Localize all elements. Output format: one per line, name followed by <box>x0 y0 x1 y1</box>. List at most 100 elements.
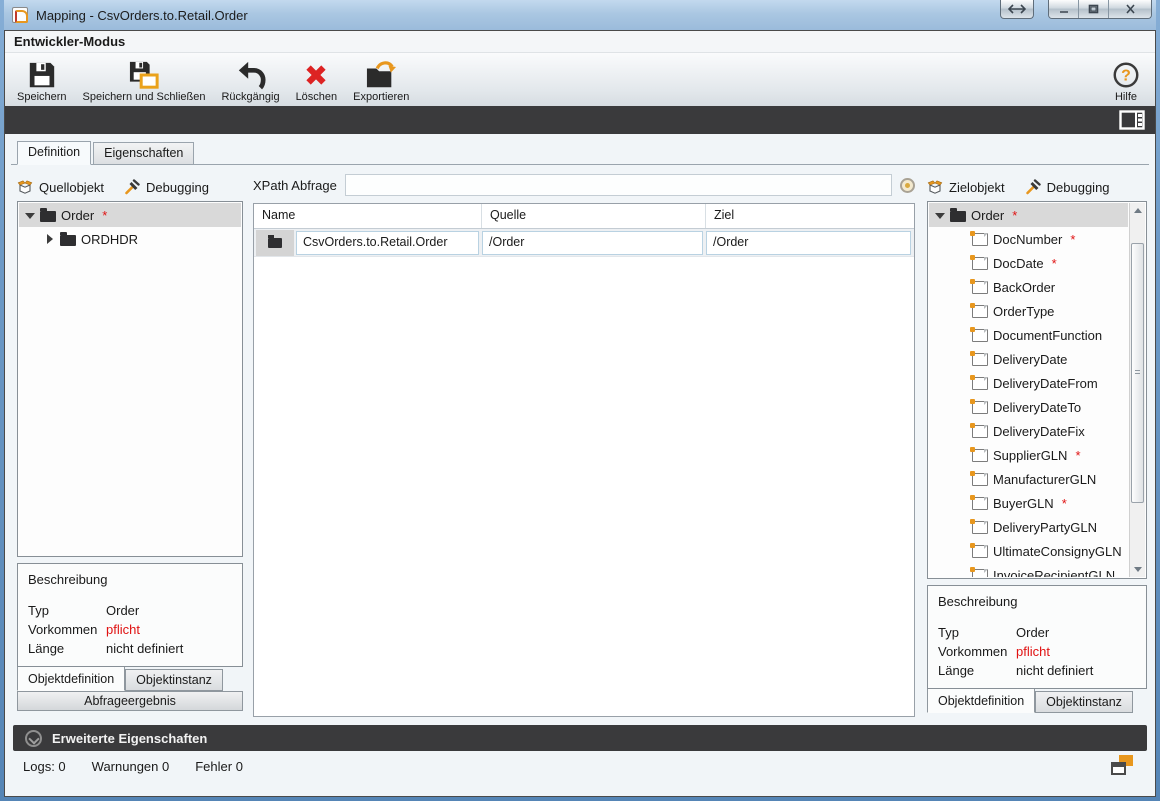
panel-layout-icon[interactable] <box>1119 110 1145 130</box>
xpath-input[interactable] <box>344 174 892 196</box>
mapping-panel: XPath Abfrage Name Quelle Ziel CsvOrders… <box>253 173 915 717</box>
scrollbar-thumb[interactable] <box>1131 243 1144 503</box>
tree-item[interactable]: BackOrder <box>929 275 1128 299</box>
tree-item[interactable]: DeliveryPartyGLN <box>929 515 1128 539</box>
panel-tab[interactable]: Objektinstanz <box>1035 691 1133 713</box>
mapping-source-cell[interactable]: /Order <box>482 230 703 255</box>
node-type-icon <box>970 374 988 390</box>
tree-item-label: Order <box>971 207 1005 223</box>
tree-item[interactable]: InvoiceRecipientGLN <box>929 563 1128 577</box>
scroll-up-icon[interactable] <box>1130 203 1145 218</box>
description-row: Typ Order <box>938 625 1136 644</box>
tree-item[interactable]: DocDate * <box>929 251 1128 275</box>
maximize-button[interactable] <box>1079 0 1109 18</box>
mapping-name-cell[interactable]: CsvOrders.to.Retail.Order <box>296 230 479 255</box>
target-description-box: Beschreibung Typ Order Vorkommen pflicht… <box>927 585 1147 689</box>
panel-tab[interactable]: Objektdefinition <box>927 689 1036 713</box>
expander-label: Erweiterte Eigenschaften <box>52 730 208 746</box>
expand-arrow-icon[interactable] <box>955 498 965 508</box>
column-header-target[interactable]: Ziel <box>706 204 914 228</box>
save-button[interactable]: Speichern <box>9 55 75 106</box>
expand-arrow-icon[interactable] <box>955 426 965 436</box>
tree-item[interactable]: BuyerGLN * <box>929 491 1128 515</box>
tree-item[interactable]: DeliveryDateTo <box>929 395 1128 419</box>
expand-arrow-icon[interactable] <box>955 570 965 577</box>
dock-toggle-button[interactable] <box>1000 0 1034 19</box>
target-debugging-link[interactable]: Debugging <box>1047 180 1110 195</box>
folder-icon <box>268 234 282 248</box>
tree-item[interactable]: ORDHDR <box>19 227 241 251</box>
tree-item[interactable]: OrderType <box>929 299 1128 323</box>
undo-label: Rückgängig <box>221 91 280 103</box>
tree-item[interactable]: UltimateConsignyGLN <box>929 539 1128 563</box>
column-header-name[interactable]: Name <box>254 204 482 228</box>
target-tree-scrollbar[interactable] <box>1129 203 1145 577</box>
maximize-icon <box>1088 4 1099 14</box>
minimize-button[interactable] <box>1049 0 1079 18</box>
page-tab[interactable]: Eigenschaften <box>93 142 195 164</box>
undo-button[interactable]: Rückgängig <box>213 55 287 106</box>
page-tab[interactable]: Definition <box>17 141 92 165</box>
tree-item-label: DeliveryDateFrom <box>993 375 1098 391</box>
expand-arrow-icon[interactable] <box>955 234 965 244</box>
source-debugging-link[interactable]: Debugging <box>146 180 209 195</box>
tree-item[interactable]: DocumentFunction <box>929 323 1128 347</box>
node-type-icon <box>970 302 988 318</box>
expand-arrow-icon[interactable] <box>955 330 965 340</box>
tree-item[interactable]: DeliveryDateFix <box>929 419 1128 443</box>
node-type-icon <box>970 350 988 366</box>
double-arrow-icon <box>1008 4 1026 14</box>
svg-text:?: ? <box>1121 67 1131 84</box>
expand-arrow-icon[interactable] <box>955 378 965 388</box>
target-tree-rows: Order * DocNumber * DocDate * BackOrder … <box>929 203 1128 577</box>
expand-arrow-icon[interactable] <box>25 210 35 220</box>
expand-arrow-icon[interactable] <box>955 522 965 532</box>
xpath-run-icon[interactable] <box>900 177 915 193</box>
tree-item[interactable]: ManufacturerGLN <box>929 467 1128 491</box>
expand-arrow-icon[interactable] <box>955 474 965 484</box>
expand-arrow-icon[interactable] <box>955 306 965 316</box>
target-panel-title[interactable]: Zielobjekt <box>949 180 1005 195</box>
help-icon: ? <box>1111 59 1141 90</box>
export-button[interactable]: Exportieren <box>345 55 417 106</box>
app-window: Mapping - CsvOrders.to.Retail.Order Entw… <box>0 0 1160 801</box>
title-bar[interactable]: Mapping - CsvOrders.to.Retail.Order <box>4 0 1156 30</box>
save-and-close-button[interactable]: Speichern und Schließen <box>75 55 214 106</box>
description-value: nicht definiert <box>106 641 184 656</box>
expand-arrow-icon[interactable] <box>955 546 965 556</box>
description-value: pflicht <box>106 622 140 637</box>
expand-arrow-icon[interactable] <box>955 354 965 364</box>
scroll-down-icon[interactable] <box>1130 562 1145 577</box>
tree-item[interactable]: Order * <box>929 203 1128 227</box>
mapping-target-cell[interactable]: /Order <box>706 230 911 255</box>
tree-item[interactable]: DeliveryDate <box>929 347 1128 371</box>
mapping-grid: Name Quelle Ziel CsvOrders.to.Retail.Ord… <box>253 203 915 717</box>
advanced-properties-expander[interactable]: Erweiterte Eigenschaften <box>13 725 1147 751</box>
expand-arrow-icon[interactable] <box>955 450 965 460</box>
source-description-rows: Typ Order Vorkommen pflicht Länge nicht … <box>28 603 232 660</box>
tree-item[interactable]: SupplierGLN * <box>929 443 1128 467</box>
node-type-icon <box>970 230 988 246</box>
expand-arrow-icon[interactable] <box>955 258 965 268</box>
panel-tab[interactable]: Objektinstanz <box>125 669 223 691</box>
column-header-source[interactable]: Quelle <box>482 204 706 228</box>
help-button[interactable]: ? Hilfe <box>1103 55 1149 106</box>
panel-tab[interactable]: Objektdefinition <box>17 667 126 691</box>
description-label: Länge <box>28 641 65 656</box>
expand-arrow-icon[interactable] <box>935 210 945 220</box>
expand-arrow-icon[interactable] <box>45 234 55 244</box>
query-result-button[interactable]: Abfrageergebnis <box>17 691 243 711</box>
tree-item-label: UltimateConsignyGLN <box>993 543 1122 559</box>
tree-item[interactable]: DocNumber * <box>929 227 1128 251</box>
mapping-table-row[interactable]: CsvOrders.to.Retail.Order /Order /Order <box>254 229 914 257</box>
log-window-icon[interactable] <box>1111 755 1133 775</box>
delete-button[interactable]: Löschen <box>288 55 346 106</box>
expand-arrow-icon[interactable] <box>955 282 965 292</box>
close-button[interactable] <box>1109 0 1151 18</box>
expand-arrow-icon[interactable] <box>955 402 965 412</box>
log-window-icon-front <box>1111 762 1126 775</box>
tree-item[interactable]: Order * <box>19 203 241 227</box>
source-panel-title[interactable]: Quellobjekt <box>39 180 104 195</box>
target-panel: Zielobjekt Debugging Order * DocNumber *… <box>927 173 1147 717</box>
tree-item[interactable]: DeliveryDateFrom <box>929 371 1128 395</box>
